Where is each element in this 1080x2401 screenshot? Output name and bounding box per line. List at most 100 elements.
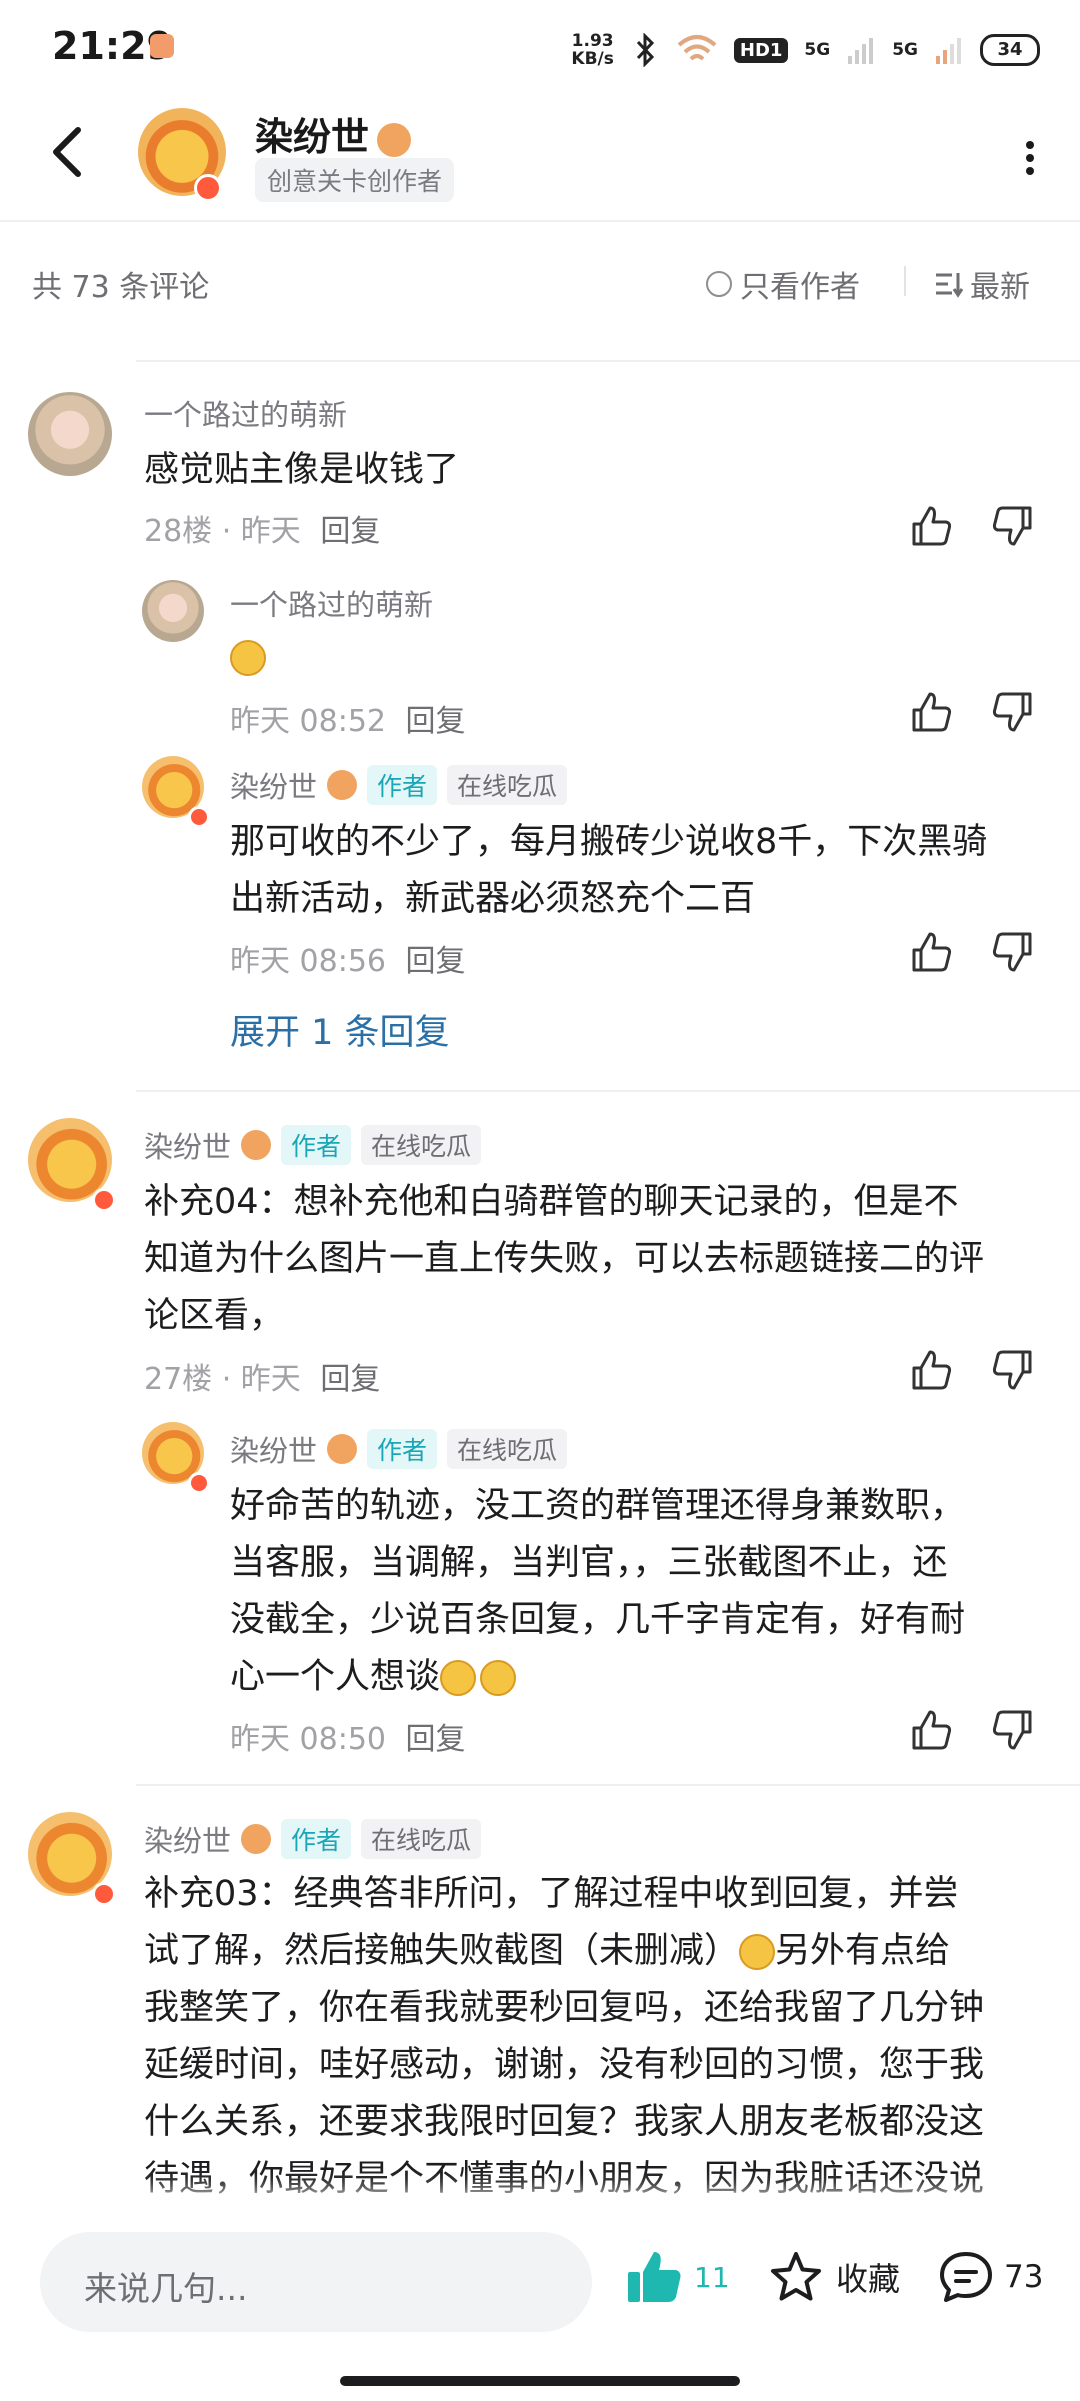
comment-username[interactable]: 染纷世 <box>144 1124 231 1166</box>
comment-input[interactable]: 来说几句... <box>40 2232 592 2332</box>
status-tag: 在线吃瓜 <box>361 1125 482 1165</box>
reply-user-avatar[interactable] <box>142 580 204 642</box>
avatar-emoji-icon <box>327 770 358 800</box>
signal-bars-icon <box>848 38 874 64</box>
only-author-toggle[interactable]: 只看作者 <box>706 262 860 306</box>
sort-button[interactable]: 最新 <box>934 262 1030 306</box>
thumbs-down-icon[interactable] <box>990 1348 1034 1392</box>
thumbs-up-icon[interactable] <box>910 504 954 548</box>
comment-text: 补充04：想补充他和白骑群管的聊天记录的，但是不 知道为什么图片一直上传失败，可… <box>144 1174 984 1345</box>
reply-button[interactable]: 回复 <box>406 704 466 739</box>
reply-button[interactable]: 回复 <box>320 514 380 549</box>
reply-meta: 昨天 08:52 回复 <box>230 696 466 740</box>
reply-text-segment: 心一个人想谈 <box>230 1657 441 1697</box>
comment-text-line: 试了解，然后接触失败截图（未删减） 另外有点给 <box>144 1923 984 1980</box>
net-speed: 1.93 KB/s <box>571 32 613 68</box>
comment-bubble-icon <box>940 2252 992 2302</box>
reply-meta: 昨天 08:56 回复 <box>230 936 466 980</box>
thumbs-down-icon[interactable] <box>990 690 1034 734</box>
like-button[interactable]: 11 <box>626 2250 730 2304</box>
reply-text-line: 出新活动，新武器必须怒充个二百 <box>230 879 756 919</box>
reply-text-line: 没截全，少说百条回复，几千字肯定有，好有耐 <box>230 1600 966 1640</box>
comment-text: 感觉贴主像是收钱了 <box>144 450 460 490</box>
thumbs-up-icon[interactable] <box>910 1708 954 1752</box>
reply-text-line: 好命苦的轨迹，没工资的群管理还得身兼数职， <box>230 1486 966 1526</box>
like-count: 11 <box>694 2260 730 2294</box>
author-tag: 作者 <box>281 1125 352 1165</box>
thumbs-down-icon[interactable] <box>990 930 1034 974</box>
comment-time: 昨天 <box>240 1362 301 1397</box>
signal-bars-icon <box>936 38 961 64</box>
star-icon <box>771 2252 821 2301</box>
signal-2-label: 5G <box>892 40 918 60</box>
more-options-icon[interactable] <box>1024 140 1036 176</box>
divider <box>136 1784 1080 1786</box>
reply-username-row: 染纷世 作者 在线吃瓜 <box>230 764 568 806</box>
expand-replies-link[interactable]: 展开 1 条回复 <box>230 1004 450 1055</box>
thumbs-down-icon[interactable] <box>990 1708 1034 1752</box>
comment-text-line: 我整笑了，你在看我就要秒回复吗，还给我留了几分钟 <box>144 1988 985 2028</box>
home-indicator[interactable] <box>340 2376 740 2386</box>
reply-text-line: 当客服，当调解，当判官，，三张截图不止，还 <box>230 1543 948 1583</box>
comment-text-segment: 试了解，然后接触失败截图（未删减） <box>144 1931 740 1971</box>
thumbs-up-filled-icon <box>628 2252 681 2302</box>
only-author-label: 只看作者 <box>740 270 860 305</box>
comment-text-line: 补充04：想补充他和白骑群管的聊天记录的，但是不 <box>144 1182 959 1222</box>
signal-1-label: 5G <box>804 40 831 60</box>
post-header: 染纷世 创意关卡创作者 <box>0 96 1080 220</box>
avatar-emoji-icon <box>377 122 412 157</box>
wifi-icon <box>677 35 717 61</box>
reply-username[interactable]: 染纷世 <box>230 764 317 806</box>
bluetooth-icon <box>636 33 654 67</box>
comment-text-line: 论区看， <box>144 1296 285 1336</box>
creator-badge-icon <box>92 1188 116 1212</box>
avatar-emoji-icon <box>327 1434 358 1464</box>
author-tag: 作者 <box>367 765 438 805</box>
author-name-text: 染纷世 <box>255 115 370 159</box>
comment-text-segment: 另外有点给 <box>775 1931 951 1971</box>
creator-badge-icon <box>188 806 210 828</box>
reply-text: 好命苦的轨迹，没工资的群管理还得身兼数职， 当客服，当调解，当判官，，三张截图不… <box>230 1478 965 1706</box>
hd-badge: HD1 <box>733 37 789 63</box>
status-bar: 21:29 1.93 KB/s HD1 5G 5G 34 <box>0 0 1080 96</box>
favorite-button[interactable]: 收藏 <box>768 2250 900 2304</box>
reply-time: 昨天 08:52 <box>230 704 386 739</box>
comment-username[interactable]: 一个路过的萌新 <box>144 392 347 434</box>
grin-emoji-icon <box>739 1934 776 1970</box>
thumbs-up-icon[interactable] <box>910 1348 954 1392</box>
status-tag: 在线吃瓜 <box>447 765 568 805</box>
author-tag: 作者 <box>281 1819 352 1859</box>
status-tag: 在线吃瓜 <box>447 1429 568 1469</box>
reply-username-row: 染纷世 作者 在线吃瓜 <box>230 1428 568 1470</box>
comment-text-line: 知道为什么图片一直上传失败，可以去标题链接二的评 <box>144 1239 985 1279</box>
thumbs-down-icon[interactable] <box>990 504 1034 548</box>
reply-time: 昨天 08:56 <box>230 944 386 979</box>
reply-username[interactable]: 染纷世 <box>230 1428 317 1470</box>
reply-button[interactable]: 回复 <box>320 1362 380 1397</box>
comments-button[interactable]: 73 <box>938 2250 1043 2304</box>
floor-number: 28楼 <box>144 514 213 549</box>
reply-text-line: 那可收的不少了，每月搬砖少说收8千，下次黑骑 <box>230 822 988 862</box>
comment-meta: 28楼 · 昨天 回复 <box>144 514 381 549</box>
comment-filter-bar: 共 73 条评论 只看作者 最新 <box>0 220 1080 342</box>
comment-username[interactable]: 染纷世 <box>144 1818 231 1860</box>
comment-meta: 27楼 · 昨天 回复 <box>144 1362 381 1397</box>
user-avatar[interactable] <box>28 392 112 476</box>
thumbs-up-icon[interactable] <box>910 930 954 974</box>
thumbs-up-icon[interactable] <box>910 690 954 734</box>
filter-divider <box>904 266 906 296</box>
radio-icon <box>706 271 732 297</box>
reply-meta: 昨天 08:50 回复 <box>230 1714 466 1758</box>
money-face-emoji-icon <box>480 1660 517 1696</box>
back-arrow-icon[interactable] <box>46 124 92 180</box>
divider <box>136 360 1080 362</box>
reply-button[interactable]: 回复 <box>406 944 466 979</box>
avatar-emoji-icon <box>241 1130 272 1160</box>
avatar-emoji-icon <box>241 1824 272 1854</box>
app-notification-icon <box>150 34 174 58</box>
reply-button[interactable]: 回复 <box>406 1722 466 1757</box>
author-name[interactable]: 染纷世 <box>255 106 412 161</box>
status-tag: 在线吃瓜 <box>361 1819 482 1859</box>
battery-indicator: 34 <box>980 34 1040 66</box>
reply-username[interactable]: 一个路过的萌新 <box>230 582 433 624</box>
